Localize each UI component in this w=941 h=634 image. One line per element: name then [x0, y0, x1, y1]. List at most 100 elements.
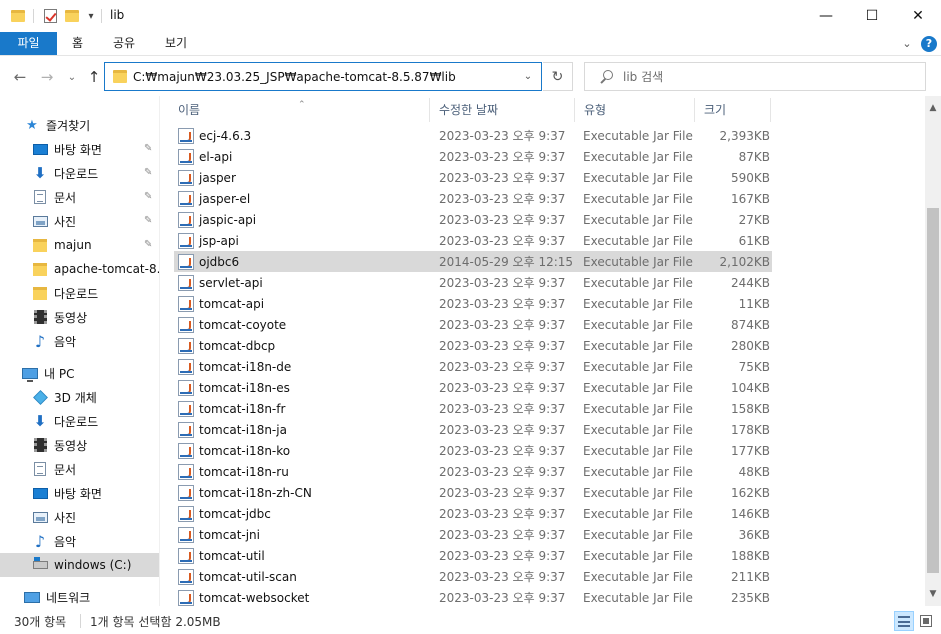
jar-file-icon	[178, 505, 194, 522]
customize-qat-icon[interactable]: ▾	[85, 7, 97, 25]
sidebar-item[interactable]: ⬇ 다운로드	[0, 409, 159, 433]
file-date: 2023-03-23 오후 9:37	[439, 402, 566, 416]
tab-share[interactable]: 공유	[99, 32, 149, 55]
file-type: Executable Jar File	[583, 527, 693, 542]
search-placeholder: lib 검색	[623, 70, 664, 84]
file-date: 2023-03-23 오후 9:37	[439, 465, 566, 479]
tab-home[interactable]: 홈	[58, 32, 97, 55]
sidebar-item[interactable]: 동영상	[0, 305, 159, 329]
file-row[interactable]: tomcat-jni 2023-03-23 오후 9:37 Executable J…	[174, 524, 772, 545]
file-row[interactable]: tomcat-i18n-zh-CN 2023-03-23 오후 9:37 Execu…	[174, 482, 772, 503]
address-dropdown-icon[interactable]: ⌄	[515, 71, 541, 82]
address-bar[interactable]: C:₩majun₩23.03.25_JSP₩apache-tomcat-8.5.…	[104, 62, 542, 91]
sidebar-item[interactable]: 바탕 화면	[0, 481, 159, 505]
scrollbar-thumb[interactable]	[927, 208, 939, 573]
file-row[interactable]: tomcat-i18n-de 2023-03-23 오후 9:37 Executab…	[174, 356, 772, 377]
sidebar-item[interactable]: windows (C:)	[0, 553, 159, 577]
file-row[interactable]: tomcat-util 2023-03-23 오후 9:37 Executable …	[174, 545, 772, 566]
sidebar-item[interactable]: 사진 ✎	[0, 209, 159, 233]
file-list: ecj-4.6.3 2023-03-23 오후 9:37 Executable Ja…	[170, 125, 930, 609]
details-view-icon	[898, 615, 910, 627]
sidebar-item[interactable]: 다운로드	[0, 281, 159, 305]
file-name: ojdbc6	[199, 254, 240, 269]
sidebar-item[interactable]: ★ 즐겨찾기	[0, 113, 159, 137]
expand-ribbon-icon[interactable]: ⌄	[899, 36, 915, 52]
sidebar-item[interactable]: 문서 ✎	[0, 185, 159, 209]
file-row[interactable]: jaspic-api 2023-03-23 오후 9:37 Executable J…	[174, 209, 772, 230]
music-icon: ♪	[34, 331, 46, 351]
file-row[interactable]: jsp-api 2023-03-23 오후 9:37 Executable Jar …	[174, 230, 772, 251]
column-name-label: 이름	[178, 103, 201, 117]
file-row[interactable]: tomcat-i18n-ko 2023-03-23 오후 9:37 Executab…	[174, 440, 772, 461]
recent-locations-button[interactable]: ⌄	[62, 68, 82, 86]
file-row[interactable]: jasper 2023-03-23 오후 9:37 Executable Jar F…	[174, 167, 772, 188]
details-view-button[interactable]	[894, 611, 914, 631]
minimize-button[interactable]: —	[803, 0, 849, 32]
file-row[interactable]: tomcat-coyote 2023-03-23 오후 9:37 Executabl…	[174, 314, 772, 335]
file-row[interactable]: tomcat-i18n-ja 2023-03-23 오후 9:37 Executab…	[174, 419, 772, 440]
column-type[interactable]: 유형	[576, 98, 695, 122]
jar-file-icon	[178, 211, 194, 228]
sidebar-item[interactable]: ⬇ 다운로드 ✎	[0, 161, 159, 185]
large-icons-view-button[interactable]	[916, 611, 936, 631]
address-path[interactable]: C:₩majun₩23.03.25_JSP₩apache-tomcat-8.5.…	[133, 70, 515, 84]
column-name[interactable]: 이름 ⌃	[170, 98, 430, 122]
sidebar-item[interactable]: 사진	[0, 505, 159, 529]
close-button[interactable]: ✕	[895, 0, 941, 32]
up-button[interactable]: ↑	[84, 68, 104, 86]
sidebar-item[interactable]: majun ✎	[0, 233, 159, 257]
file-row[interactable]: ecj-4.6.3 2023-03-23 오후 9:37 Executable Ja…	[174, 125, 772, 146]
file-type: Executable Jar File	[583, 128, 693, 143]
column-size[interactable]: 크기	[696, 98, 771, 122]
sidebar-item[interactable]: 바탕 화면 ✎	[0, 137, 159, 161]
jar-file-icon	[178, 442, 194, 459]
file-row[interactable]: tomcat-i18n-es 2023-03-23 오후 9:37 Executab…	[174, 377, 772, 398]
new-folder-icon[interactable]	[64, 7, 80, 25]
file-row[interactable]: tomcat-jdbc 2023-03-23 오후 9:37 Executable …	[174, 503, 772, 524]
jar-file-icon	[178, 358, 194, 375]
sidebar-item-label: 다운로드	[54, 414, 99, 429]
jar-file-icon	[178, 463, 194, 480]
file-row[interactable]: tomcat-i18n-ru 2023-03-23 오후 9:37 Executab…	[174, 461, 772, 482]
sidebar-item-label: 동영상	[54, 438, 88, 453]
vertical-scrollbar[interactable]: ▲ ▼	[925, 96, 941, 606]
scroll-up-icon[interactable]: ▲	[925, 100, 941, 116]
sidebar-item[interactable]: ♪ 음악	[0, 529, 159, 553]
file-row[interactable]: tomcat-i18n-fr 2023-03-23 오후 9:37 Executab…	[174, 398, 772, 419]
folder-icon[interactable]	[10, 7, 26, 25]
file-size: 188KB	[730, 548, 770, 563]
help-icon[interactable]: ?	[921, 35, 937, 52]
scroll-down-icon[interactable]: ▼	[925, 586, 941, 602]
file-name: tomcat-i18n-de	[199, 359, 292, 374]
properties-icon[interactable]	[42, 7, 58, 25]
sidebar-item-label: windows (C:)	[54, 558, 132, 572]
file-row[interactable]: ojdbc6 2014-05-29 오후 12:15 Executable Jar …	[174, 251, 772, 272]
file-row[interactable]: tomcat-dbcp 2023-03-23 오후 9:37 Executable …	[174, 335, 772, 356]
refresh-button[interactable]: ↻	[543, 62, 573, 91]
file-row[interactable]: jasper-el 2023-03-23 오후 9:37 Executable Ja…	[174, 188, 772, 209]
sidebar-item[interactable]: 문서	[0, 457, 159, 481]
sidebar-item[interactable]: ♪ 음악	[0, 329, 159, 353]
back-button[interactable]: ←	[10, 68, 30, 86]
sidebar-item[interactable]: 내 PC	[0, 361, 159, 385]
tab-file[interactable]: 파일	[0, 32, 57, 55]
file-row[interactable]: servlet-api 2023-03-23 오후 9:37 Executable …	[174, 272, 772, 293]
forward-button[interactable]: →	[37, 68, 57, 86]
file-row[interactable]: tomcat-websocket 2023-03-23 오후 9:37 Execut…	[174, 587, 772, 608]
sidebar-item[interactable]: 3D 개체	[0, 385, 159, 409]
file-row[interactable]: el-api 2023-03-23 오후 9:37 Executable Jar F…	[174, 146, 772, 167]
pin-icon: ✎	[144, 143, 153, 154]
file-row[interactable]: tomcat-util-scan 2023-03-23 오후 9:37 Execut…	[174, 566, 772, 587]
sidebar-item[interactable]: 동영상	[0, 433, 159, 457]
sidebar-item-label: 동영상	[54, 310, 88, 325]
sidebar-item[interactable]: apache-tomcat-8.5	[0, 257, 159, 281]
tab-view[interactable]: 보기	[151, 32, 201, 55]
column-date[interactable]: 수정한 날짜	[431, 98, 575, 122]
jar-file-icon	[178, 526, 194, 543]
file-date: 2023-03-23 오후 9:37	[439, 381, 566, 395]
file-row[interactable]: tomcat-api 2023-03-23 오후 9:37 Executable J…	[174, 293, 772, 314]
sidebar-item[interactable]: 네트워크	[0, 585, 159, 606]
maximize-button[interactable]: ☐	[849, 0, 895, 32]
search-input[interactable]: lib 검색	[584, 62, 926, 91]
pin-icon: ✎	[144, 215, 153, 226]
